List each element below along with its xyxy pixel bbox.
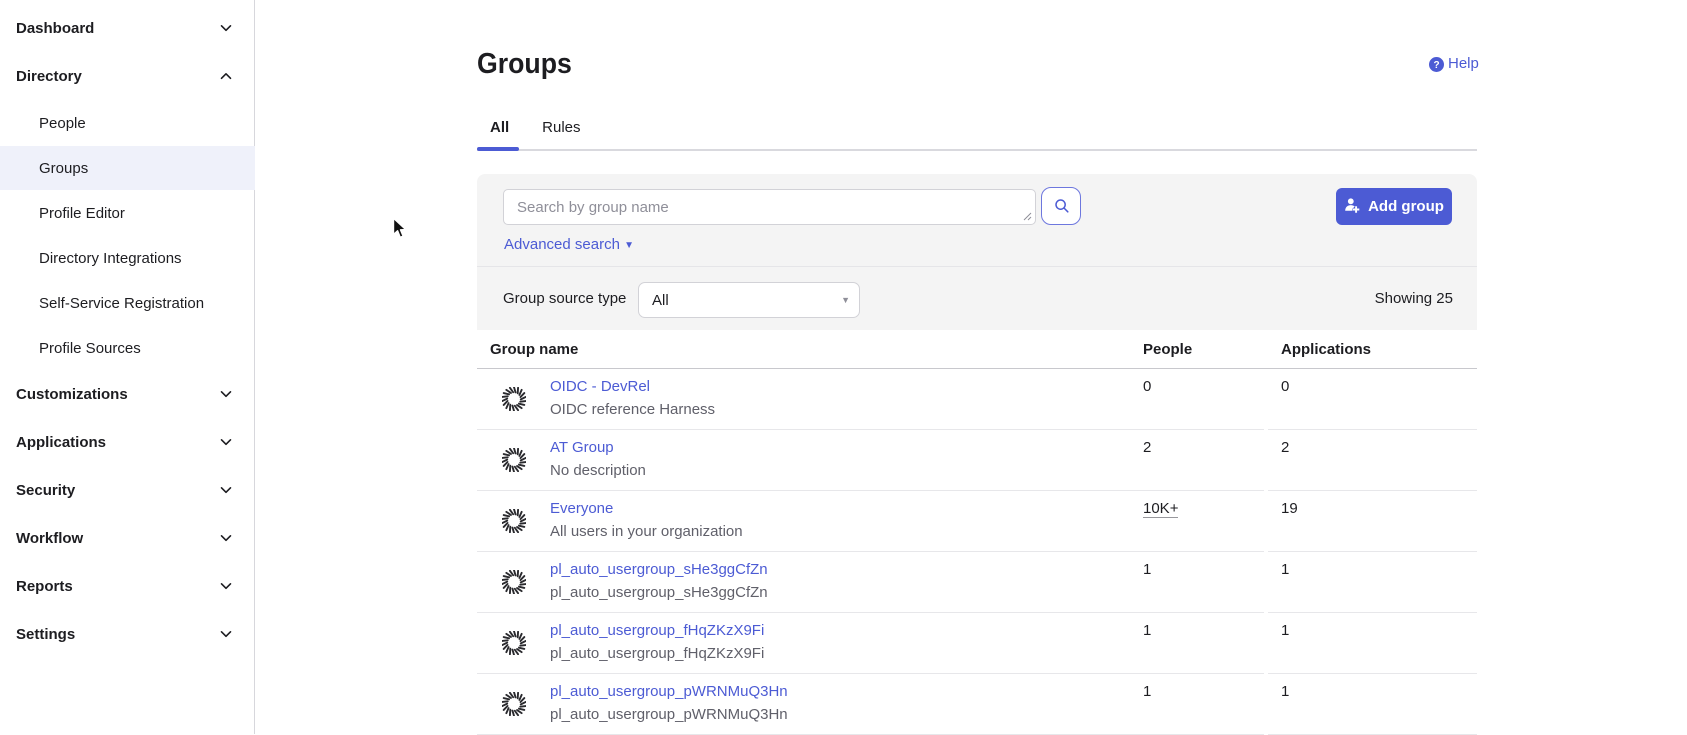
svg-text:?: ? <box>1433 60 1439 71</box>
